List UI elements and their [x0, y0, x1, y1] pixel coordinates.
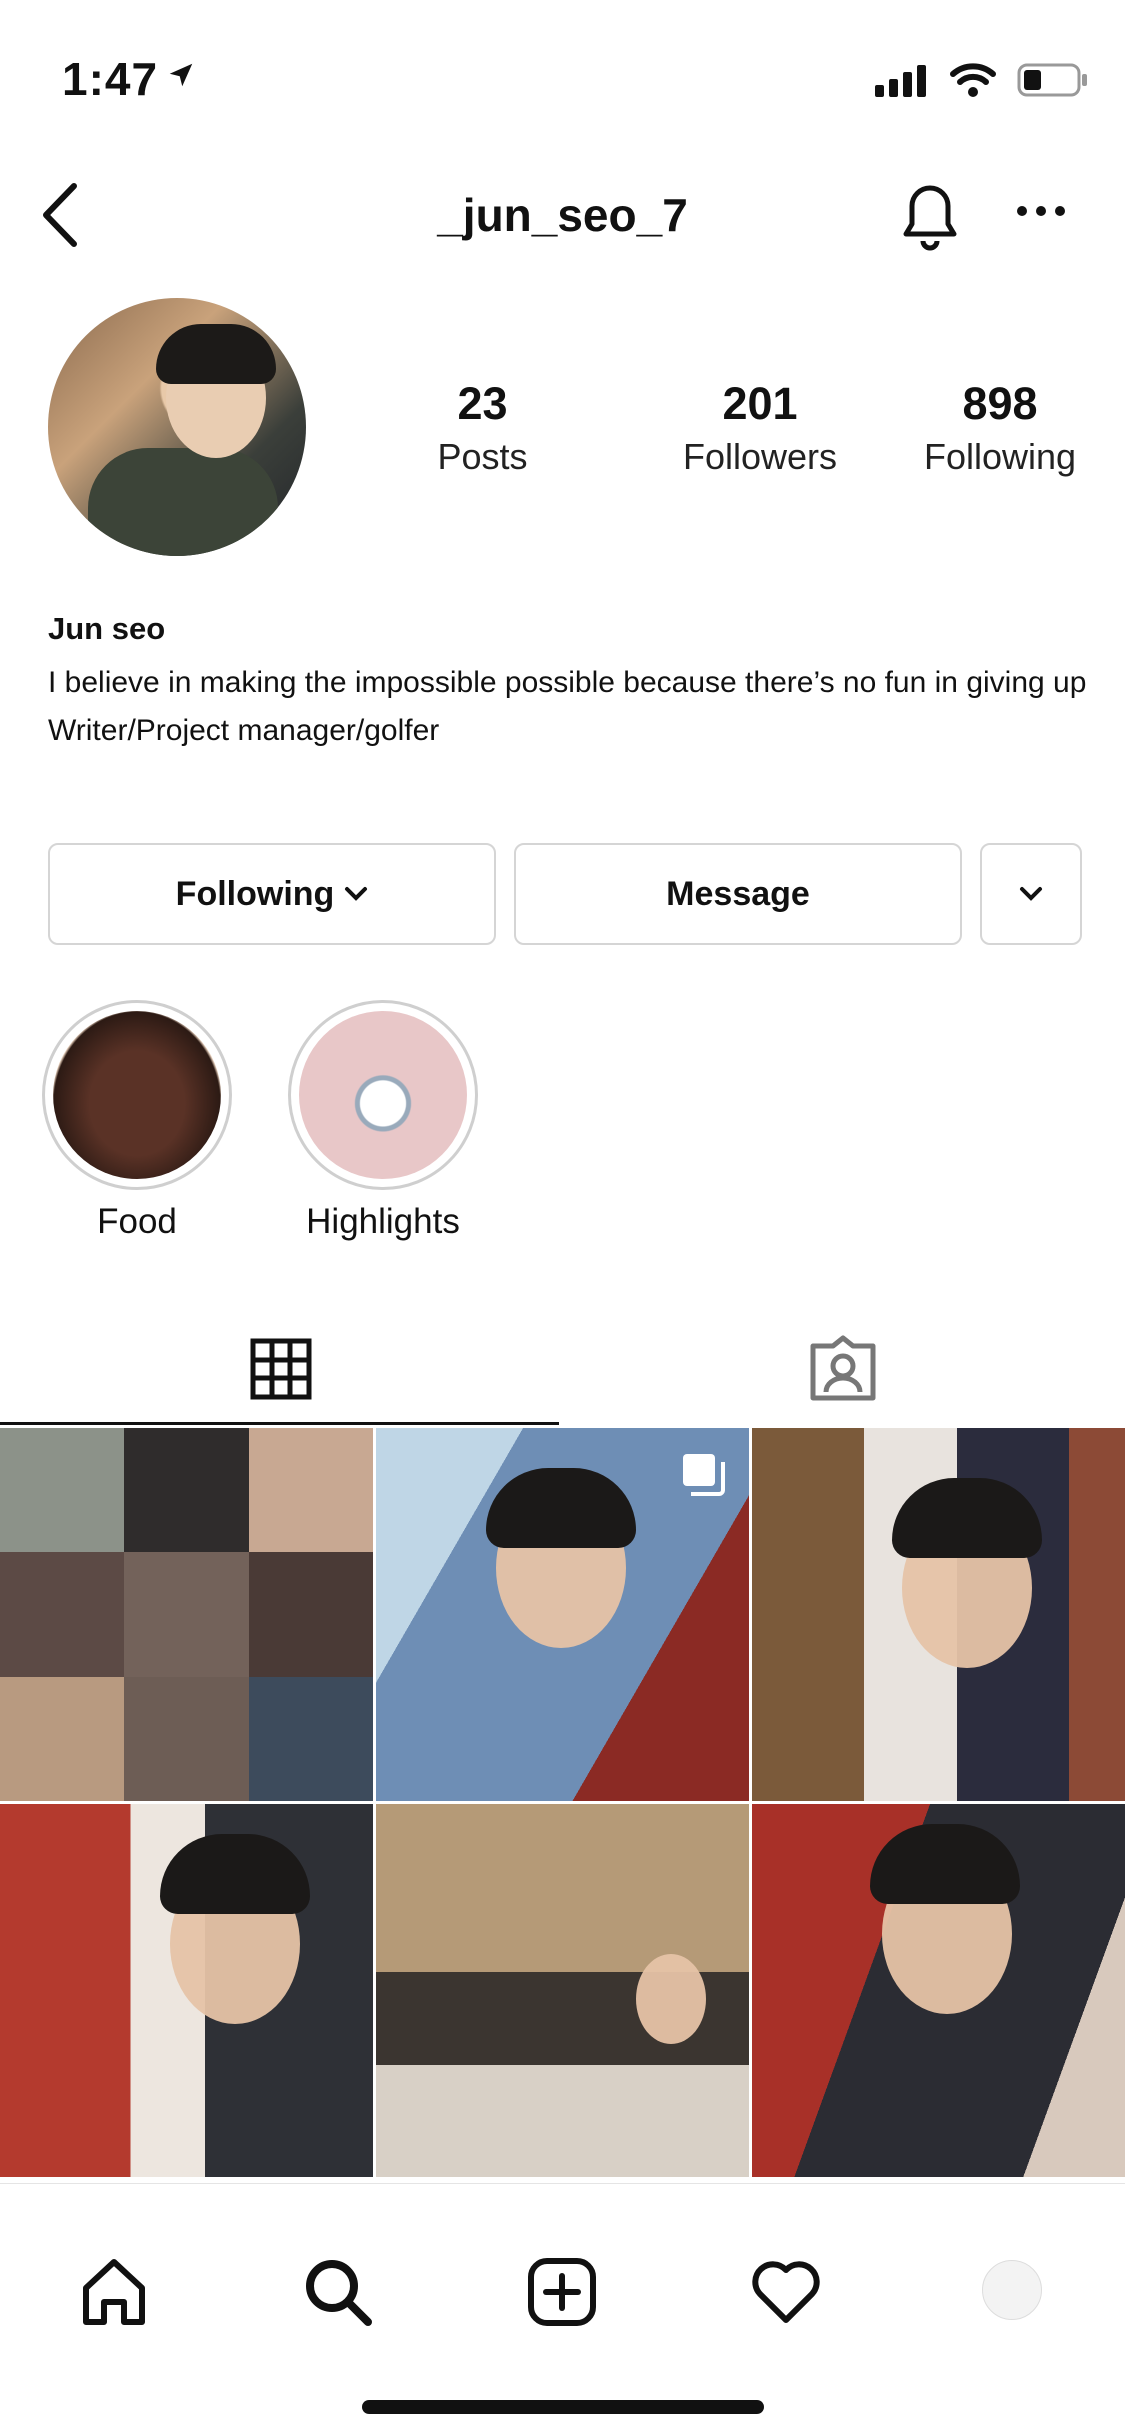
- highlight-cover: [299, 1011, 467, 1179]
- stat-label: Followers: [682, 436, 838, 477]
- chevron-down-icon: [345, 887, 368, 901]
- active-tab-indicator: [0, 1422, 559, 1425]
- status-time: 1:47: [62, 53, 159, 105]
- stat-following[interactable]: 898 Following: [900, 378, 1100, 478]
- tagged-icon: [810, 1335, 876, 1401]
- post-thumbnail[interactable]: [376, 1804, 749, 2177]
- bio-text-line1: I believe in making the impossible possi…: [48, 666, 1087, 699]
- avatar-photo-suit: [88, 448, 278, 556]
- following-button[interactable]: Following: [48, 843, 496, 945]
- chevron-down-icon: [1020, 887, 1042, 901]
- highlight-cover: [53, 1011, 221, 1179]
- add-post-icon[interactable]: [526, 2256, 598, 2328]
- profile-tab[interactable]: [982, 2260, 1042, 2320]
- highlight-ring: [42, 1000, 232, 1190]
- post-thumbnail[interactable]: [0, 1804, 373, 2177]
- stat-value: 201: [722, 378, 798, 429]
- grid-icon: [250, 1338, 312, 1400]
- highlight-food[interactable]: Food: [42, 1000, 232, 1242]
- profile-tabs: [0, 1310, 1125, 1428]
- avatar-photo-hair: [156, 324, 276, 384]
- photo-hair: [892, 1478, 1042, 1558]
- carousel-icon: [683, 1454, 725, 1496]
- wifi-icon: [950, 63, 996, 97]
- photo-hair: [486, 1468, 636, 1548]
- message-button-label: Message: [666, 874, 810, 913]
- profile-avatar: [982, 2260, 1042, 2320]
- tab-posts-grid[interactable]: [0, 1310, 562, 1428]
- story-highlights: Food Highlights: [42, 1000, 478, 1242]
- bell-icon[interactable]: [896, 176, 964, 252]
- profile-stats: 23 Posts 201 Followers 898 Following: [400, 378, 1100, 478]
- photo-face: [636, 1954, 706, 2044]
- posts-grid: [0, 1428, 1125, 2177]
- stat-label: Posts: [437, 436, 528, 477]
- bottom-tab-bar: [0, 2183, 1125, 2436]
- stat-posts[interactable]: 23 Posts: [400, 378, 565, 478]
- highlight-ring: [288, 1000, 478, 1190]
- message-button[interactable]: Message: [514, 843, 962, 945]
- location-arrow-icon: [169, 63, 193, 87]
- stat-label: Following: [923, 436, 1077, 477]
- home-indicator[interactable]: [362, 2400, 764, 2414]
- bio-text-line2: Writer/Project manager/golfer: [48, 714, 440, 747]
- post-thumbnail[interactable]: [752, 1428, 1125, 1801]
- photo-hair: [870, 1824, 1020, 1904]
- profile-header: _jun_seo_7: [0, 170, 1125, 260]
- battery-icon: [1017, 63, 1087, 97]
- highlight-label: Highlights: [306, 1202, 460, 1241]
- profile-bio: Jun seo I believe in making the impossib…: [48, 605, 1088, 755]
- more-options-icon[interactable]: [1016, 204, 1066, 218]
- suggested-accounts-button[interactable]: [980, 843, 1082, 945]
- post-thumbnail[interactable]: [752, 1804, 1125, 2177]
- status-bar: 1:47: [0, 0, 1125, 150]
- stat-followers[interactable]: 201 Followers: [620, 378, 900, 478]
- profile-actions: Following Message: [48, 843, 1082, 945]
- signal-icon: [875, 65, 926, 97]
- home-icon[interactable]: [78, 2256, 150, 2328]
- photo-hair: [160, 1834, 310, 1914]
- heart-icon[interactable]: [750, 2256, 822, 2328]
- highlight-label: Food: [97, 1202, 177, 1241]
- stat-value: 23: [457, 378, 508, 429]
- profile-name: Jun seo: [48, 611, 166, 646]
- post-thumbnail[interactable]: [376, 1428, 749, 1801]
- following-button-label: Following: [175, 874, 335, 913]
- avatar[interactable]: [48, 298, 306, 556]
- highlight-highlights[interactable]: Highlights: [288, 1000, 478, 1242]
- collage-photo: [0, 1428, 373, 1801]
- stat-value: 898: [962, 378, 1038, 429]
- search-icon[interactable]: [302, 2256, 374, 2328]
- tab-tagged[interactable]: [562, 1310, 1124, 1428]
- post-thumbnail[interactable]: [0, 1428, 373, 1801]
